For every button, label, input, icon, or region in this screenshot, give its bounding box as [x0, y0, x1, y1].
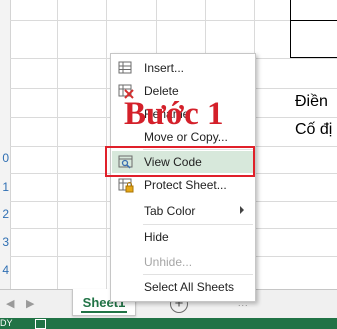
menu-item-label: Protect Sheet... [144, 178, 227, 192]
menu-item-label: Tab Color [144, 204, 196, 218]
cell-text[interactable]: Điền [295, 93, 328, 111]
status-text: DY [0, 318, 13, 328]
menu-item-tab-color[interactable]: Tab Color [112, 200, 254, 222]
scroll-right-icon[interactable]: ▶ [26, 297, 34, 310]
menu-item-label: Unhide... [144, 255, 193, 269]
menu-item-protect-sheet[interactable]: Protect Sheet... [112, 174, 254, 196]
row-number[interactable]: 2 [0, 207, 9, 221]
macro-record-icon[interactable] [35, 319, 46, 329]
row-number[interactable]: 4 [0, 263, 9, 277]
row-number[interactable]: 0 [0, 151, 9, 165]
row-gridline [10, 20, 337, 21]
active-tab-underline [81, 311, 127, 313]
cell-border [290, 57, 337, 58]
sheet-context-menu: Insert... Delete Rename Move or Copy... … [110, 53, 256, 302]
scroll-left-icon[interactable]: ◀ [6, 297, 14, 310]
insert-icon [118, 61, 132, 74]
menu-item-label: Insert... [144, 61, 185, 75]
menu-item-insert[interactable]: Insert... [112, 57, 254, 79]
cell-border [290, 0, 291, 58]
cell-border [290, 20, 337, 21]
status-bar: DY [0, 318, 337, 329]
column-gridline [106, 0, 107, 289]
submenu-arrow-icon [240, 206, 244, 214]
menu-item-hide[interactable]: Hide [112, 226, 254, 248]
cell-text[interactable]: Cố đị [295, 121, 332, 139]
menu-item-unhide[interactable]: Unhide... [112, 251, 254, 273]
row-number[interactable]: 1 [0, 180, 9, 194]
menu-separator [143, 224, 253, 225]
step-label: Bước 1 [124, 96, 224, 132]
row-number[interactable]: 3 [0, 235, 9, 249]
column-gridline [57, 0, 58, 289]
protect-sheet-icon [118, 178, 134, 193]
menu-item-select-all-sheets[interactable]: Select All Sheets [112, 276, 254, 298]
menu-separator [143, 274, 253, 275]
menu-item-label: Select All Sheets [144, 280, 235, 294]
menu-item-label: Hide [144, 230, 169, 244]
highlight-box [105, 146, 255, 177]
